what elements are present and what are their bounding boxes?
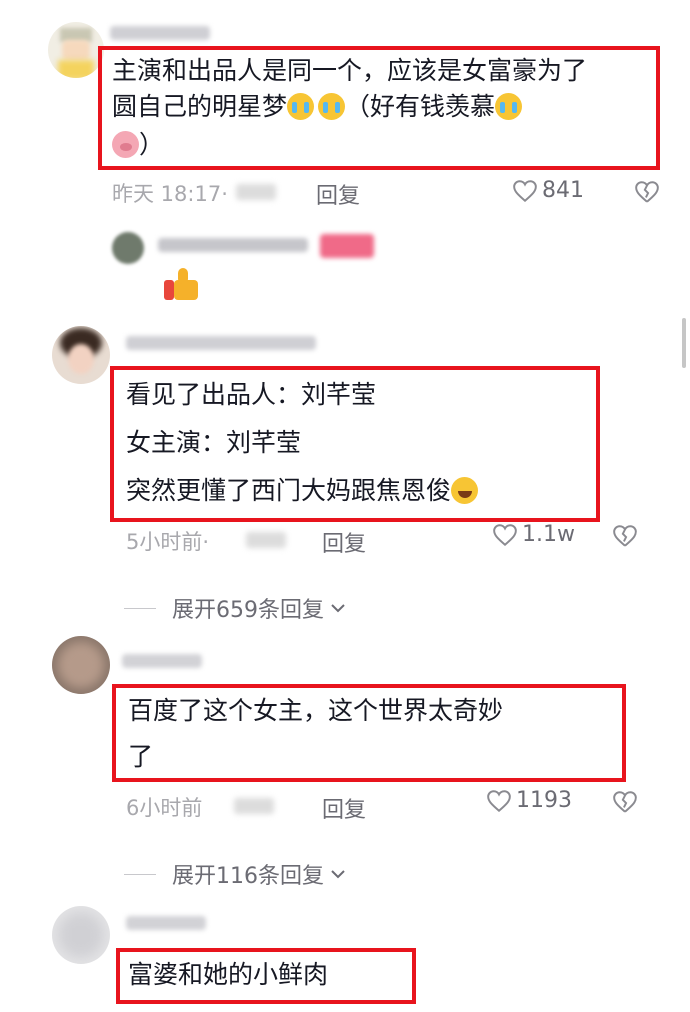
username[interactable] (126, 336, 316, 350)
reply-button[interactable]: 回复 (322, 526, 366, 558)
avatar[interactable] (52, 906, 110, 964)
like-count: 1.1w (522, 522, 575, 547)
heart-outline-icon (487, 789, 511, 812)
avatar[interactable] (112, 232, 144, 264)
heart-outline-icon (493, 523, 517, 546)
heart-outline-icon (513, 179, 537, 202)
divider (124, 607, 156, 609)
timestamp: 昨天 18:17· (112, 182, 228, 206)
location-blurred (246, 532, 286, 548)
expand-label: 展开659条回复 (172, 598, 324, 623)
comment-text: 富婆和她的小鲜肉 (128, 960, 329, 989)
comment-text: 突然更懂了西门大妈跟焦恩俊 (126, 474, 479, 508)
comment-text: 主演和出品人是同一个，应该是女富豪为了 (112, 56, 588, 85)
username[interactable] (110, 26, 210, 40)
expand-label: 展开116条回复 (172, 864, 324, 889)
location-blurred (234, 798, 274, 814)
expand-replies-button[interactable]: 展开116条回复 (124, 858, 346, 890)
like-button[interactable]: 1193 (486, 788, 572, 813)
reply-button[interactable]: 回复 (322, 792, 366, 824)
pig-emoji-icon (112, 131, 139, 158)
comment-text: 圆自己的明星梦 （好有钱羡慕 (112, 90, 523, 124)
like-button[interactable]: 1.1w (492, 522, 575, 547)
location-blurred (236, 184, 276, 200)
chevron-down-icon (331, 604, 345, 613)
like-count: 1193 (516, 788, 572, 813)
crying-emoji-icon (318, 93, 346, 120)
broken-heart-icon[interactable] (634, 180, 660, 204)
comment-text: 了 (128, 742, 154, 771)
expand-replies-button[interactable]: 展开659条回复 (124, 592, 346, 624)
scrollbar[interactable] (682, 318, 686, 368)
chevron-down-icon (331, 870, 345, 879)
thumbs-up-emoji-icon (164, 268, 200, 302)
username[interactable] (158, 238, 308, 252)
divider (124, 873, 156, 875)
reply-button[interactable]: 回复 (316, 178, 360, 210)
avatar[interactable] (52, 326, 110, 384)
comment-text: 百度了这个女主，这个世界太奇妙 (128, 696, 504, 725)
comment-text: 女主演：刘芊莹 (126, 428, 302, 457)
laugh-cry-emoji-icon (451, 477, 479, 504)
comment-text: 看见了出品人：刘芊莹 (126, 380, 377, 409)
avatar[interactable] (48, 22, 104, 78)
comment-text: ） (112, 128, 164, 162)
broken-heart-icon[interactable] (612, 790, 638, 814)
timestamp: 6小时前 (126, 796, 203, 820)
broken-heart-icon[interactable] (612, 524, 638, 548)
timestamp: 5小时前· (126, 530, 210, 554)
username[interactable] (126, 916, 206, 930)
like-count: 841 (542, 178, 584, 203)
crying-emoji-icon (287, 93, 315, 120)
crying-emoji-icon (495, 93, 523, 120)
author-badge (320, 234, 374, 258)
avatar[interactable] (52, 636, 110, 694)
username[interactable] (122, 654, 202, 668)
like-button[interactable]: 841 (512, 178, 584, 203)
